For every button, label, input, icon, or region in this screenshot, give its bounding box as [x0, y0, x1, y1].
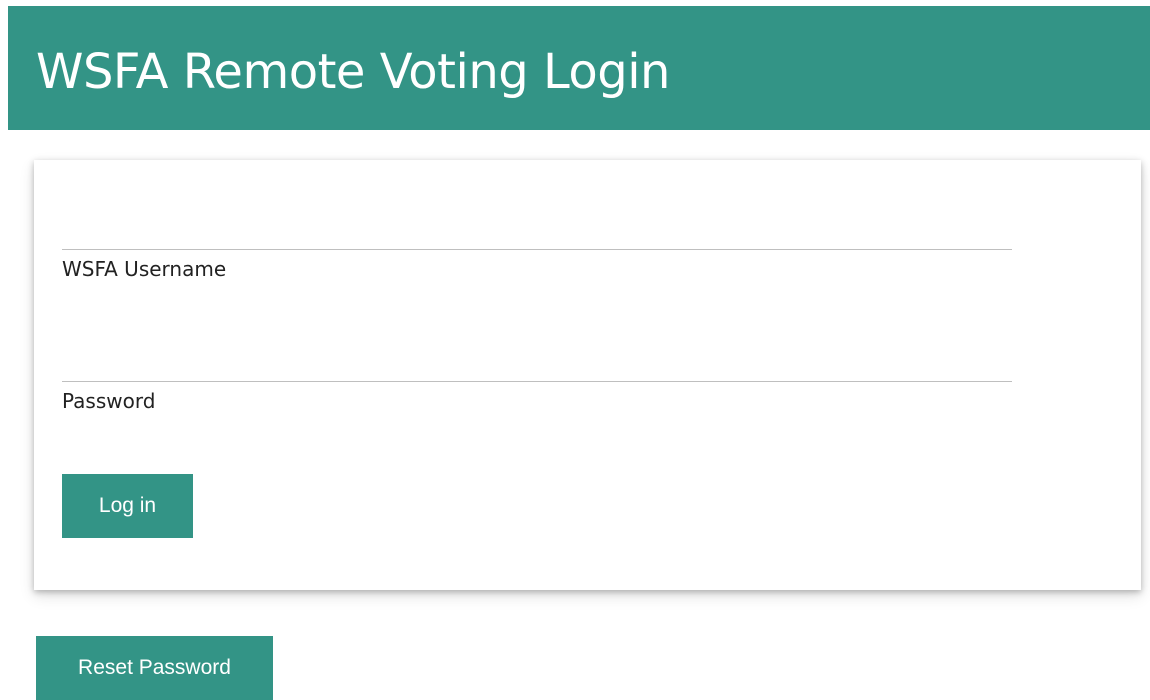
username-input[interactable]	[62, 220, 1012, 250]
password-label: Password	[62, 389, 156, 413]
login-card: WSFA Username Password Log in	[34, 160, 1141, 590]
reset-password-button[interactable]: Reset Password	[36, 636, 273, 700]
page-title: WSFA Remote Voting Login	[36, 44, 670, 100]
password-input[interactable]	[62, 352, 1012, 382]
password-field-group: Password	[62, 352, 1012, 414]
username-label: WSFA Username	[62, 257, 227, 281]
login-button[interactable]: Log in	[62, 474, 193, 538]
page-header: WSFA Remote Voting Login	[8, 6, 1150, 130]
username-field-group: WSFA Username	[62, 220, 1012, 282]
